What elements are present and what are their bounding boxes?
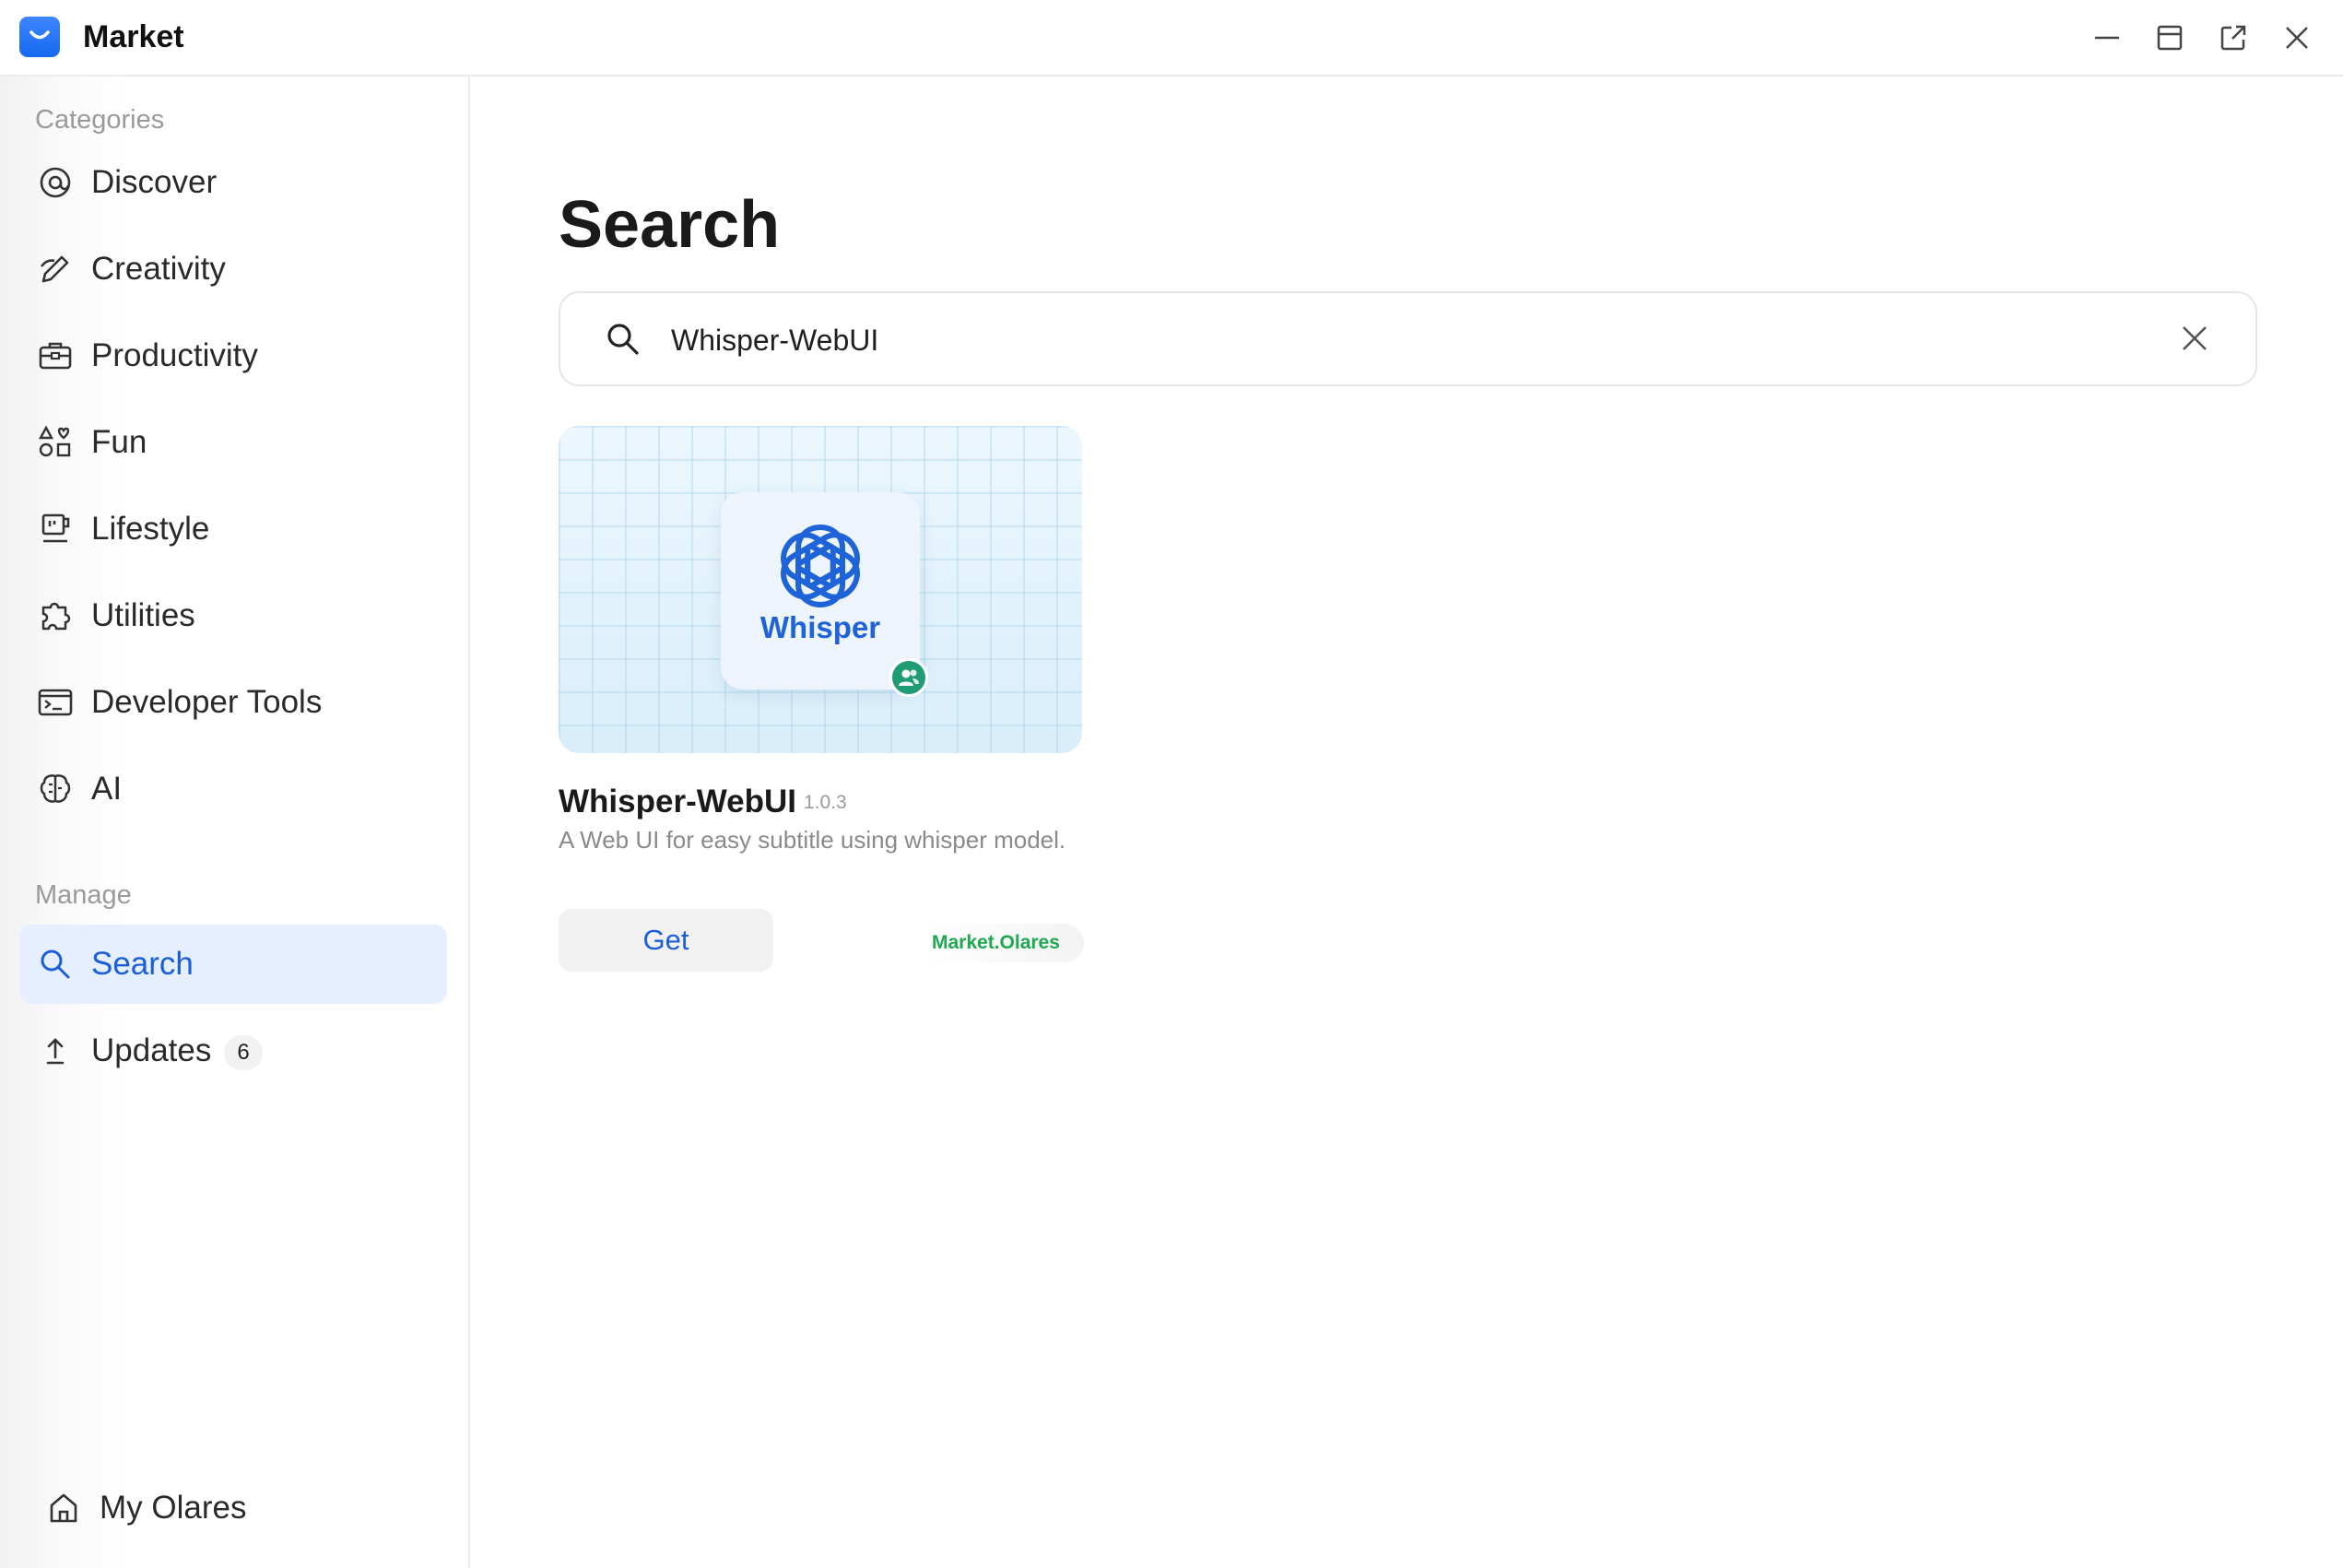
minimize-button[interactable]: [2087, 18, 2127, 58]
title-bar: Market: [0, 0, 2343, 77]
sidebar-item-utilities[interactable]: Utilities: [19, 576, 447, 655]
get-button[interactable]: Get: [559, 909, 773, 972]
home-icon: [50, 1493, 77, 1523]
sidebar-item-updates[interactable]: Updates 6: [19, 1011, 447, 1091]
close-icon: [2286, 27, 2308, 49]
app-tile-text: Whisper: [759, 610, 881, 644]
sidebar-item-creativity[interactable]: Creativity: [19, 230, 447, 309]
market-logo-icon: [19, 17, 60, 57]
restore-icon: [2157, 25, 2183, 51]
updates-count-badge: 6: [224, 1035, 263, 1070]
brain-icon: [40, 774, 71, 803]
source-tag: Market.Olares: [926, 924, 1084, 962]
sidebar: Categories Discover Creativity Productiv…: [0, 77, 470, 1568]
sidebar-item-productivity[interactable]: Productivity: [19, 316, 447, 395]
app-description: A Web UI for easy subtitle using whisper…: [559, 826, 1066, 854]
restore-button[interactable]: [2149, 18, 2190, 58]
at-sign-icon: [40, 167, 71, 198]
search-icon: [607, 324, 639, 355]
sidebar-item-fun[interactable]: Fun: [19, 403, 447, 482]
sidebar-item-developer-tools[interactable]: Developer Tools: [19, 663, 447, 742]
manage-label: Manage: [35, 880, 132, 910]
shared-users-icon: [889, 658, 928, 697]
openai-logo-icon: [781, 525, 860, 607]
sidebar-item-label: AI: [91, 771, 123, 807]
puzzle-icon: [41, 602, 71, 631]
search-icon: [41, 949, 70, 979]
minimize-icon: [2095, 36, 2119, 40]
close-button[interactable]: [2277, 18, 2317, 58]
clear-search-icon[interactable]: [2178, 322, 2211, 355]
page-title: Search: [559, 188, 781, 262]
sidebar-item-label: Productivity: [91, 337, 258, 373]
sidebar-item-label: Discover: [91, 164, 218, 200]
sidebar-item-label: Lifestyle: [91, 511, 210, 547]
upload-icon: [46, 1038, 65, 1065]
briefcase-icon: [39, 342, 72, 370]
sidebar-item-search[interactable]: Search: [19, 925, 447, 1004]
sidebar-item-lifestyle[interactable]: Lifestyle: [19, 489, 447, 569]
pen-icon: [40, 255, 69, 283]
sidebar-item-label: Utilities: [91, 597, 195, 633]
app-title: Market: [83, 19, 184, 54]
sidebar-item-label: Creativity: [91, 251, 226, 287]
sidebar-item-discover[interactable]: Discover: [19, 143, 447, 222]
categories-label: Categories: [35, 105, 165, 135]
sidebar-item-label: Fun: [91, 424, 147, 460]
search-input[interactable]: [671, 313, 2054, 367]
terminal-icon: [38, 689, 73, 716]
sidebar-item-ai[interactable]: AI: [19, 749, 447, 829]
open-external-icon: [2220, 25, 2246, 51]
coffee-icon: [41, 513, 70, 543]
sidebar-item-my-olares[interactable]: My Olares: [28, 1468, 455, 1548]
shapes-icon: [38, 425, 71, 457]
sidebar-item-label: Search: [91, 946, 194, 982]
sidebar-item-label: My Olares: [100, 1490, 247, 1526]
open-external-button[interactable]: [2213, 18, 2254, 58]
app-name[interactable]: Whisper-WebUI: [559, 784, 796, 820]
app-version: 1.0.3: [804, 792, 847, 813]
app-tile: Whisper: [721, 492, 920, 690]
app-card-thumbnail[interactable]: Whisper: [559, 426, 1082, 753]
search-bar: [559, 291, 2257, 386]
sidebar-item-label: Developer Tools: [91, 684, 323, 720]
sidebar-item-label: Updates: [91, 1032, 212, 1068]
